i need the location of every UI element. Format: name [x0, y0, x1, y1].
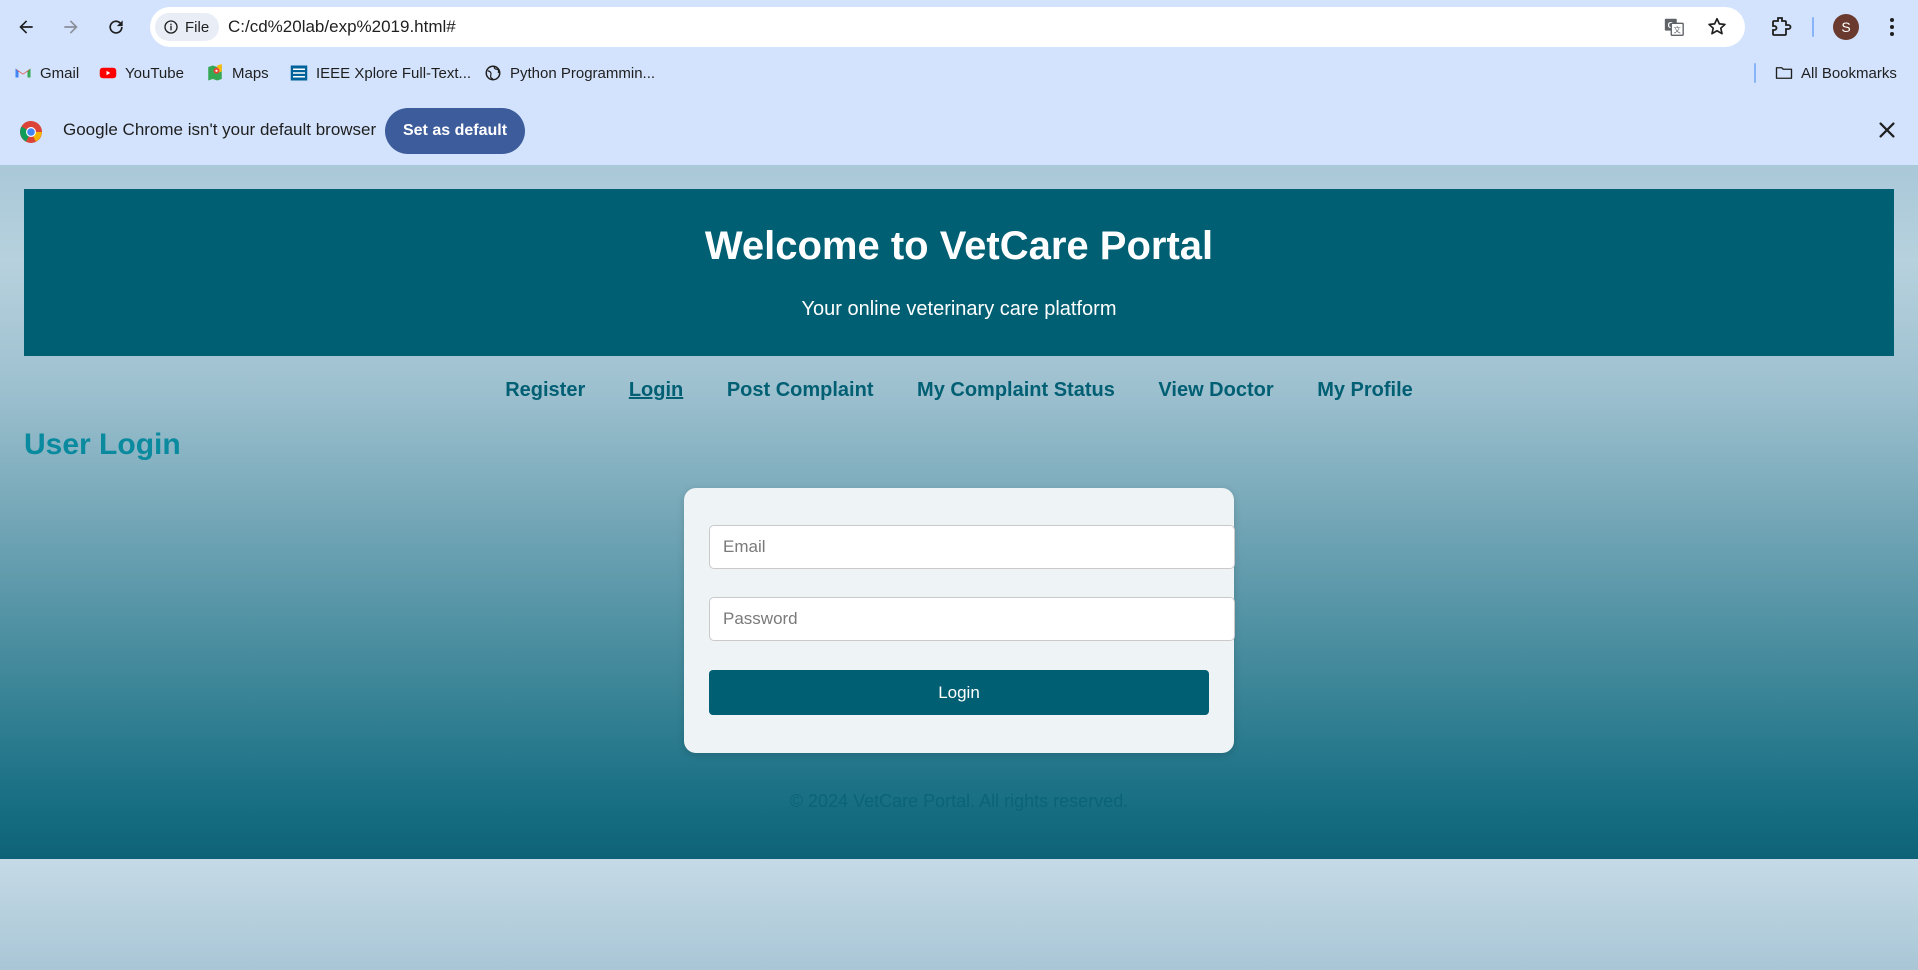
svg-text:文: 文 [1674, 26, 1682, 35]
address-bar[interactable]: File C:/cd%20lab/exp%2019.html# G文 [150, 7, 1745, 47]
page-subtitle: Your online veterinary care platform [801, 298, 1117, 320]
maps-icon [206, 64, 224, 82]
page-title: Welcome to VetCare Portal [704, 224, 1214, 268]
folder-icon [1775, 64, 1793, 82]
bookmarks-bar: Gmail YouTube Maps IEEE Xplore Full-Text… [0, 56, 1918, 90]
bookmark-gmail[interactable]: Gmail [14, 59, 79, 87]
main-nav: Register Login Post Complaint My Complai… [0, 379, 1918, 402]
toolbar-divider [1812, 17, 1814, 37]
reload-icon [109, 20, 123, 34]
browser-chrome: File C:/cd%20lab/exp%2019.html# G文 S Gma… [0, 0, 1918, 165]
forward-button[interactable] [55, 11, 87, 43]
bookmark-label: Python Programmin... [510, 64, 656, 82]
all-bookmarks-label: All Bookmarks [1801, 64, 1897, 82]
email-field[interactable] [709, 525, 1235, 569]
nav-my-complaint-status[interactable]: My Complaint Status [917, 379, 1115, 401]
bookmark-label: Gmail [40, 64, 80, 82]
all-bookmarks-button[interactable]: All Bookmarks [1775, 59, 1897, 87]
translate-icon[interactable]: G文 [1662, 15, 1686, 39]
nav-my-profile[interactable]: My Profile [1317, 379, 1413, 401]
close-icon[interactable] [1876, 119, 1898, 141]
profile-avatar[interactable]: S [1833, 14, 1859, 40]
bookmark-star-icon[interactable] [1705, 15, 1729, 39]
ieee-icon [290, 64, 308, 82]
password-field[interactable] [709, 597, 1235, 641]
footer-text: © 2024 VetCare Portal. All rights reserv… [789, 791, 1129, 811]
nav-register[interactable]: Register [505, 379, 585, 401]
default-browser-infobar: Google Chrome isn't your default browser [0, 100, 1918, 164]
reload-button[interactable] [100, 11, 132, 43]
bookmark-label: Maps [232, 64, 269, 82]
kebab-menu-icon[interactable] [1877, 12, 1907, 42]
bookmark-maps[interactable]: Maps [206, 59, 269, 87]
forward-arrow-icon [64, 20, 78, 34]
browser-toolbar: File C:/cd%20lab/exp%2019.html# G文 S [0, 0, 1918, 54]
back-button[interactable] [10, 11, 42, 43]
bookmark-ieee[interactable]: IEEE Xplore Full-Text... [290, 59, 471, 87]
back-arrow-icon [19, 20, 33, 34]
bookmark-youtube[interactable]: YouTube [99, 59, 184, 87]
site-chip-label: File [185, 18, 210, 36]
extensions-icon[interactable] [1766, 12, 1796, 42]
section-title: User Login [24, 428, 181, 461]
url-text[interactable]: C:/cd%20lab/exp%2019.html# [228, 7, 456, 47]
chrome-logo-icon [20, 121, 42, 143]
page-bottom-area [0, 859, 1918, 970]
bookmark-python[interactable]: Python Programmin... [484, 59, 655, 87]
nav-view-doctor[interactable]: View Doctor [1158, 379, 1273, 401]
globe-icon [484, 64, 502, 82]
infobar-message: Google Chrome isn't your default browser [63, 120, 377, 139]
info-icon [164, 20, 178, 34]
login-button[interactable]: Login [709, 670, 1209, 715]
nav-login[interactable]: Login [629, 379, 683, 401]
bookmarks-divider [1754, 63, 1756, 83]
site-header [24, 189, 1894, 356]
bookmark-label: YouTube [125, 64, 184, 82]
site-info-chip[interactable]: File [155, 13, 220, 41]
gmail-icon [14, 64, 32, 82]
youtube-icon [99, 64, 117, 82]
nav-post-complaint[interactable]: Post Complaint [727, 379, 874, 401]
bookmark-label: IEEE Xplore Full-Text... [316, 64, 472, 82]
set-default-button[interactable]: Set as default [385, 108, 525, 154]
